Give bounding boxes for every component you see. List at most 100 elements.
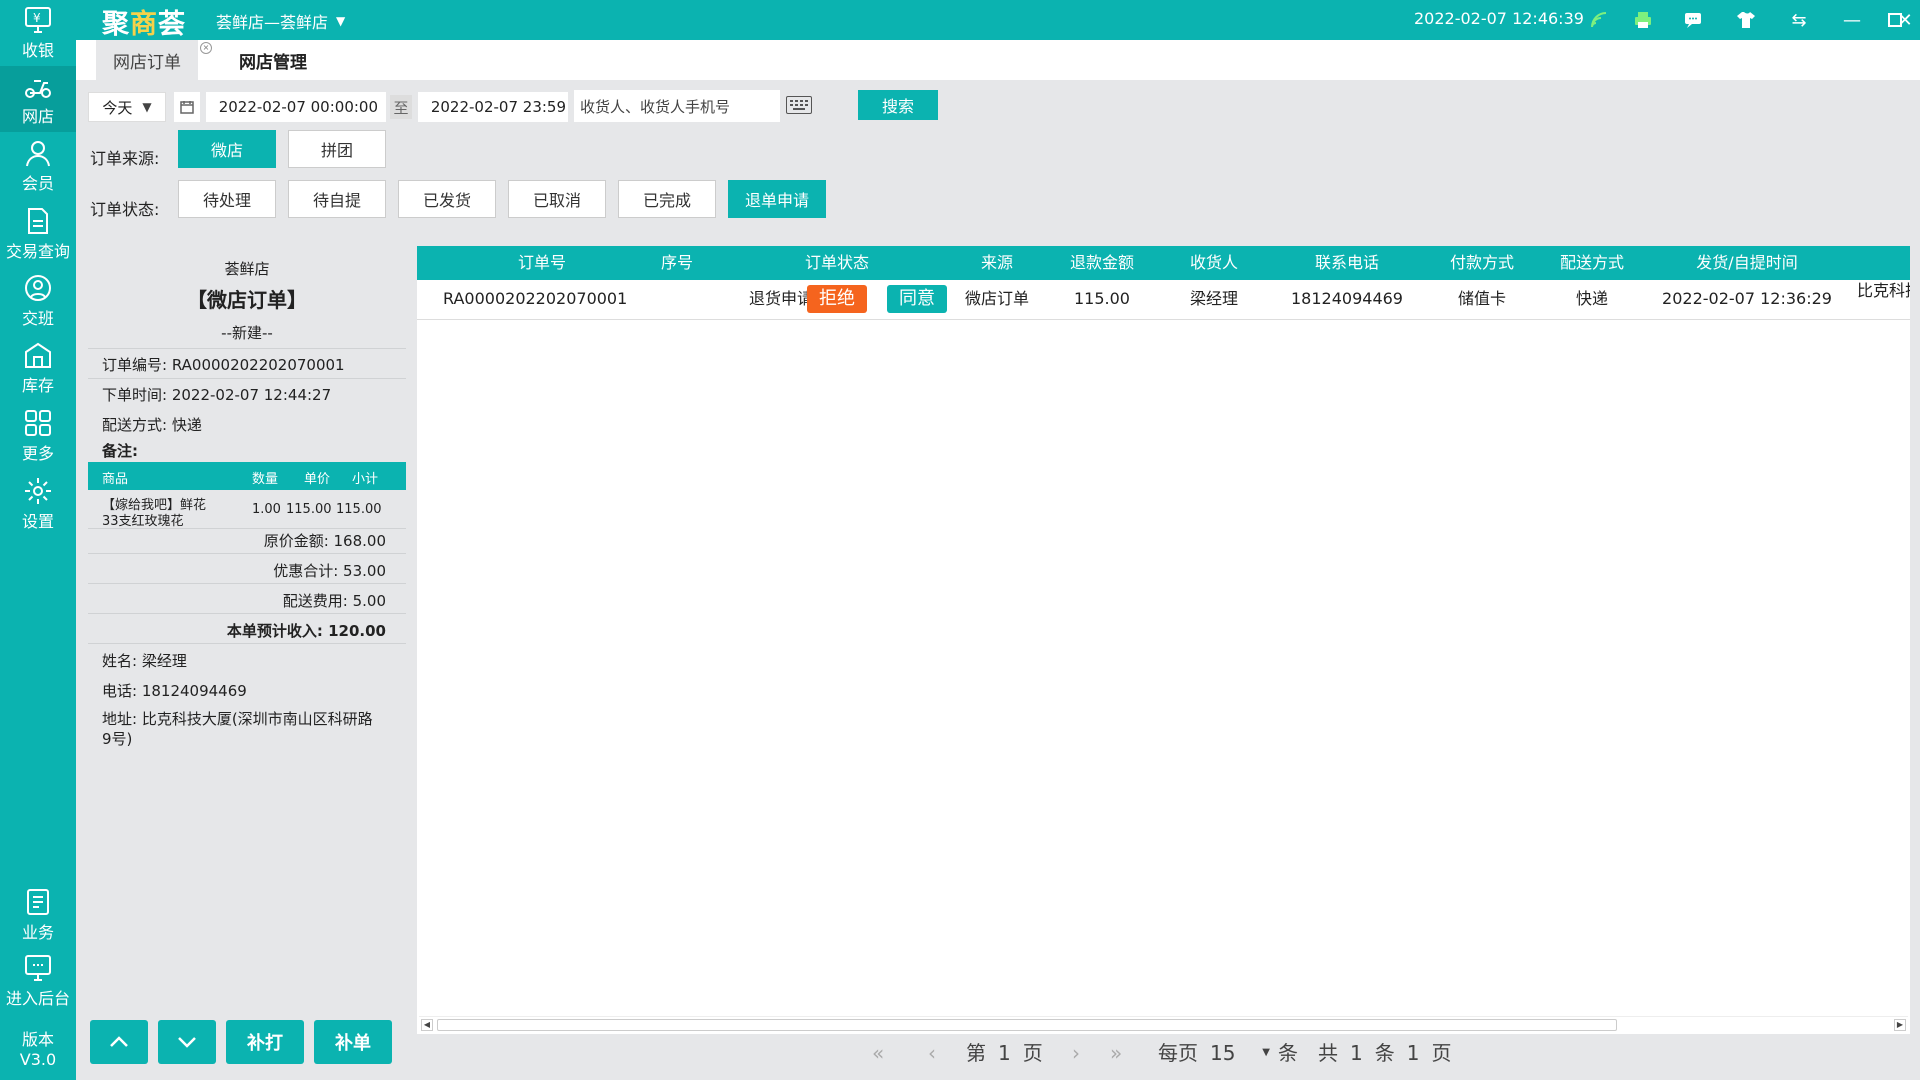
version-info: 版本 V3.0 — [0, 1030, 76, 1070]
header-goods: 商品 — [102, 472, 129, 487]
sidebar-item-settings[interactable]: 设置 — [0, 471, 76, 537]
scrollbar-thumb[interactable] — [437, 1019, 1617, 1031]
status-pending-button[interactable]: 待处理 — [178, 180, 276, 218]
sidebar-item-label: 收银 — [21, 41, 54, 60]
supplement-order-button[interactable]: 补单 — [314, 1020, 392, 1064]
divider — [88, 553, 406, 554]
items-unit: 条 — [1278, 1041, 1298, 1065]
header-qty: 数量 — [252, 472, 279, 487]
version-label: 版本 — [21, 1030, 54, 1049]
receipt-discount: 优惠合计: 53.00 — [273, 562, 386, 580]
reject-button[interactable]: 拒绝 — [807, 285, 867, 313]
col-seq: 序号 — [660, 253, 693, 272]
message-icon[interactable] — [1682, 9, 1704, 31]
end-date-value: 2022-02-07 23:59 — [430, 98, 566, 116]
sidebar-item-online-store[interactable]: 网店 — [0, 66, 76, 132]
chevron-up-icon — [110, 1036, 128, 1047]
date-range-value: 今天 — [102, 98, 133, 117]
source-group-buy-button[interactable]: 拼团 — [288, 130, 386, 168]
divider — [88, 643, 406, 644]
sidebar-item-backend[interactable]: 进入后台 — [0, 948, 76, 1014]
cell-order-no: RA0000202202070001 — [443, 289, 628, 308]
minimize-icon[interactable]: — — [1841, 9, 1863, 31]
agree-button[interactable]: 同意 — [887, 285, 947, 313]
status-shipped-button[interactable]: 已发货 — [398, 180, 496, 218]
status-self-pickup-button[interactable]: 待自提 — [288, 180, 386, 218]
first-page-icon[interactable]: « — [872, 1036, 884, 1070]
scroll-down-button[interactable] — [158, 1020, 216, 1064]
cell-phone: 18124094469 — [1291, 289, 1403, 308]
prev-page-icon[interactable]: ‹ — [928, 1036, 936, 1070]
cell-delivery: 快递 — [1575, 289, 1608, 308]
horizontal-scrollbar[interactable]: ◀ ▶ — [419, 1016, 1908, 1032]
status-completed-button[interactable]: 已完成 — [618, 180, 716, 218]
store-selector[interactable]: 荟鲜店—荟鲜店 ▼ — [216, 9, 345, 33]
item-qty: 1.00 — [252, 502, 281, 517]
caret-down-icon: ▼ — [336, 14, 346, 28]
sidebar-item-cashier[interactable]: ¥ 收银 — [0, 0, 76, 66]
order-source-label: 订单来源: — [90, 149, 160, 168]
sidebar-item-handover[interactable]: 交班 — [0, 268, 76, 334]
receipt-address-line1: 地址: 比克科技大厦(深圳市南山区科研路 — [102, 710, 373, 728]
page-number[interactable]: 1 — [998, 1036, 1011, 1070]
supplement-label: 补单 — [335, 1033, 371, 1054]
scroll-right-icon[interactable]: ▶ — [1894, 1019, 1906, 1031]
cell-source: 微店订单 — [964, 289, 1029, 308]
date-range-select[interactable]: 今天 ▼ — [88, 92, 166, 122]
reprint-label: 补打 — [247, 1033, 283, 1054]
col-source: 来源 — [980, 253, 1013, 272]
page-suffix: 页 — [1022, 1041, 1043, 1065]
to-label-text: 至 — [393, 98, 409, 117]
last-page-icon[interactable]: » — [1110, 1036, 1122, 1070]
page-indicator: 第 1 页 — [966, 1036, 1043, 1070]
status-refund-request-button[interactable]: 退单申请 — [728, 180, 826, 218]
tab-close-icon[interactable]: × — [200, 42, 212, 54]
sidebar-item-trade-query[interactable]: 交易查询 — [0, 201, 76, 267]
start-date-input[interactable]: 2022-02-07 00:00:00 — [206, 92, 386, 122]
app-logo: 聚商荟 — [102, 9, 186, 40]
status-label: 待处理 — [202, 191, 251, 210]
items-unit-2: 条 — [1374, 1041, 1395, 1065]
sidebar-item-more[interactable]: 更多 — [0, 403, 76, 469]
scroll-left-icon[interactable]: ◀ — [421, 1019, 433, 1031]
tab-store-management[interactable]: 网店管理 — [218, 40, 328, 80]
receipt-expected-income: 本单预计收入: 120.00 — [226, 622, 386, 640]
total-summary: 共 1 条 1 页 — [1318, 1036, 1451, 1070]
switch-arrows-icon[interactable]: ⇆ — [1788, 9, 1810, 31]
sidebar-item-business[interactable]: 业务 — [0, 882, 76, 948]
receipt-delivery: 配送方式: 快递 — [102, 416, 202, 434]
close-icon[interactable]: ✕ — [1894, 9, 1916, 31]
search-button[interactable]: 搜索 — [858, 90, 938, 120]
cell-status: 退货申请 — [748, 289, 813, 308]
sidebar-item-label: 库存 — [21, 376, 54, 395]
end-date-input[interactable]: 2022-02-07 23:59 — [418, 92, 568, 122]
calendar-icon[interactable] — [174, 92, 200, 122]
tab-online-orders[interactable]: 网店订单 — [96, 40, 198, 80]
next-page-icon[interactable]: › — [1072, 1036, 1080, 1070]
source-weidian-button[interactable]: 微店 — [178, 130, 276, 168]
search-input[interactable]: 收货人、收货人手机号 — [574, 90, 780, 122]
divider — [88, 583, 406, 584]
receipt-order-time: 下单时间: 2022-02-07 12:44:27 — [102, 386, 332, 404]
col-refund-amount: 退款金额 — [1069, 253, 1134, 272]
sidebar-item-label: 更多 — [21, 444, 54, 463]
sidebar-item-inventory[interactable]: 库存 — [0, 335, 76, 401]
cell-address: 比克科技 — [1857, 281, 1910, 300]
sidebar-item-label: 交易查询 — [5, 242, 70, 261]
keyboard-icon[interactable] — [786, 96, 812, 114]
per-page-select[interactable]: 15 ▼ — [1210, 1036, 1270, 1070]
sidebar-item-label: 会员 — [21, 174, 54, 193]
sidebar-item-member[interactable]: 会员 — [0, 133, 76, 199]
status-cancelled-button[interactable]: 已取消 — [508, 180, 606, 218]
printer-icon[interactable] — [1632, 9, 1654, 31]
col-payment: 付款方式 — [1449, 253, 1514, 272]
tab-label: 网店管理 — [239, 52, 307, 73]
pages-unit: 页 — [1431, 1041, 1452, 1065]
orders-table: 订单号 序号 订单状态 来源 退款金额 收货人 联系电话 付款方式 配送方式 发… — [417, 246, 1910, 1034]
scroll-up-button[interactable] — [90, 1020, 148, 1064]
caret-down-icon: ▼ — [142, 100, 152, 114]
wifi-signal-icon[interactable] — [1588, 9, 1610, 31]
header-subtotal: 小计 — [352, 472, 379, 487]
skin-shirt-icon[interactable] — [1735, 9, 1757, 31]
reprint-button[interactable]: 补打 — [226, 1020, 304, 1064]
